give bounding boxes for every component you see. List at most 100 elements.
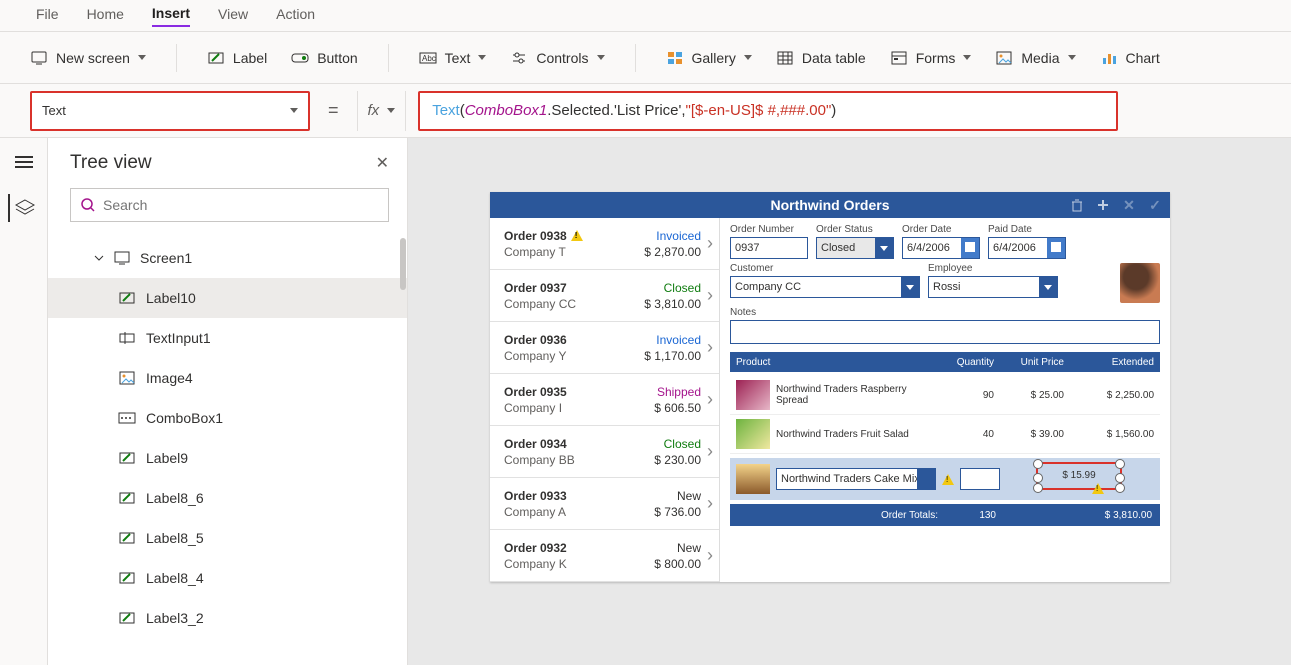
tree-row[interactable]: Label8_4 bbox=[48, 558, 407, 598]
chevron-down-icon bbox=[478, 55, 486, 60]
layers-icon[interactable] bbox=[8, 194, 40, 222]
order-item[interactable]: Order 0938Company T Invoiced$ 2,870.00 › bbox=[490, 218, 719, 270]
chevron-right-icon[interactable]: › bbox=[707, 441, 713, 462]
search-icon bbox=[81, 198, 95, 212]
forms-icon bbox=[890, 50, 908, 66]
gallery-icon bbox=[666, 50, 684, 66]
separator bbox=[388, 44, 389, 72]
grid-line[interactable]: Northwind Traders Fruit Salad40$ 39.00$ … bbox=[730, 415, 1160, 454]
app-header: Northwind Orders ✕ ✓ bbox=[490, 192, 1170, 218]
media-button[interactable]: Media bbox=[995, 50, 1075, 66]
search-input[interactable] bbox=[103, 197, 378, 213]
employee-avatar bbox=[1120, 263, 1160, 303]
controls-icon bbox=[510, 50, 528, 66]
menu-insert[interactable]: Insert bbox=[152, 5, 190, 27]
order-item[interactable]: Order 0934Company BB Closed$ 230.00 › bbox=[490, 426, 719, 478]
employee-select[interactable]: Rossi bbox=[928, 276, 1058, 298]
chevron-right-icon[interactable]: › bbox=[707, 389, 713, 410]
product-combo[interactable]: Northwind Traders Cake Mix bbox=[776, 468, 936, 490]
chart-button[interactable]: Chart bbox=[1100, 50, 1160, 66]
tree-row[interactable]: Image4 bbox=[48, 358, 407, 398]
canvas[interactable]: Northwind Orders ✕ ✓ Order 0938Company T… bbox=[408, 138, 1291, 665]
tree-row-screen[interactable]: Screen1 bbox=[48, 238, 407, 278]
check-icon[interactable]: ✓ bbox=[1146, 196, 1164, 214]
menu-home[interactable]: Home bbox=[87, 6, 124, 26]
order-date-field[interactable]: 6/4/2006 bbox=[902, 237, 980, 259]
gallery-button[interactable]: Gallery bbox=[666, 50, 752, 66]
menu-view[interactable]: View bbox=[218, 6, 248, 26]
app-title: Northwind Orders bbox=[770, 197, 889, 213]
order-item[interactable]: Order 0936Company Y Invoiced$ 1,170.00 › bbox=[490, 322, 719, 374]
chevron-down-icon bbox=[138, 55, 146, 60]
grid-header: Product Quantity Unit Price Extended bbox=[730, 352, 1160, 372]
chevron-right-icon[interactable]: › bbox=[707, 337, 713, 358]
media-icon bbox=[995, 50, 1013, 66]
property-selector[interactable]: Text bbox=[30, 91, 310, 131]
order-item[interactable]: Order 0932Company K New$ 800.00 › bbox=[490, 530, 719, 582]
tree-row[interactable]: Label9 bbox=[48, 438, 407, 478]
chevron-down-icon bbox=[744, 55, 752, 60]
product-thumb bbox=[736, 419, 770, 449]
svg-text:Abc: Abc bbox=[422, 54, 436, 63]
chevron-right-icon[interactable]: › bbox=[707, 493, 713, 514]
data-table-button[interactable]: Data table bbox=[776, 50, 866, 66]
trash-icon[interactable] bbox=[1068, 196, 1086, 214]
order-item[interactable]: Order 0933Company A New$ 736.00 › bbox=[490, 478, 719, 530]
chevron-right-icon[interactable]: › bbox=[707, 233, 713, 254]
app-preview: Northwind Orders ✕ ✓ Order 0938Company T… bbox=[490, 192, 1170, 582]
screen-icon bbox=[114, 251, 130, 265]
close-icon[interactable]: ✕ bbox=[376, 153, 389, 173]
tree-row[interactable]: Label8_5 bbox=[48, 518, 407, 558]
scrollbar-thumb[interactable] bbox=[400, 238, 406, 290]
equals-label: = bbox=[322, 100, 345, 121]
chevron-down-icon bbox=[290, 108, 298, 113]
tree-row[interactable]: TextInput1 bbox=[48, 318, 407, 358]
text-button[interactable]: Abc Text bbox=[419, 50, 487, 66]
close-icon[interactable]: ✕ bbox=[1120, 196, 1138, 214]
control-icon bbox=[118, 450, 136, 466]
paid-date-field[interactable]: 6/4/2006 bbox=[988, 237, 1066, 259]
tree-row[interactable]: Label8_6 bbox=[48, 478, 407, 518]
selected-label-handles[interactable]: $ 15.99 bbox=[1036, 462, 1122, 490]
chevron-right-icon[interactable]: › bbox=[707, 545, 713, 566]
fx-button[interactable]: fx bbox=[357, 91, 407, 131]
order-item[interactable]: Order 0935Company I Shipped$ 606.50 › bbox=[490, 374, 719, 426]
forms-button[interactable]: Forms bbox=[890, 50, 972, 66]
menubar: File Home Insert View Action bbox=[0, 0, 1291, 32]
chevron-down-icon bbox=[1068, 55, 1076, 60]
orders-list[interactable]: Order 0938Company T Invoiced$ 2,870.00 ›… bbox=[490, 218, 720, 582]
controls-button[interactable]: Controls bbox=[510, 50, 604, 66]
separator bbox=[635, 44, 636, 72]
order-status-select[interactable]: Closed bbox=[816, 237, 894, 259]
plus-icon[interactable] bbox=[1094, 196, 1112, 214]
order-number-field[interactable]: 0937 bbox=[730, 237, 808, 259]
control-icon bbox=[118, 330, 136, 346]
grid-edit-line[interactable]: Northwind Traders Cake Mix $ 15.99 bbox=[730, 458, 1160, 500]
control-icon bbox=[118, 530, 136, 546]
grid-line[interactable]: Northwind Traders Raspberry Spread90$ 25… bbox=[730, 376, 1160, 415]
tree-row[interactable]: Label10 bbox=[48, 278, 407, 318]
tree-title: Tree view bbox=[70, 152, 152, 174]
menu-file[interactable]: File bbox=[36, 6, 59, 26]
warning-icon bbox=[571, 230, 583, 241]
chevron-right-icon[interactable]: › bbox=[707, 285, 713, 306]
customer-select[interactable]: Company CC bbox=[730, 276, 920, 298]
notes-field[interactable] bbox=[730, 320, 1160, 344]
label-icon bbox=[207, 50, 225, 66]
control-icon bbox=[118, 490, 136, 506]
grid-totals: Order Totals: 130 $ 3,810.00 bbox=[730, 504, 1160, 526]
tree-row[interactable]: Label3_2 bbox=[48, 598, 407, 638]
tree-header: Tree view ✕ bbox=[48, 138, 407, 184]
label-button[interactable]: Label bbox=[207, 50, 267, 66]
button-button[interactable]: Button bbox=[291, 50, 357, 66]
tree-search[interactable] bbox=[70, 188, 389, 222]
formula-bar[interactable]: Text ( ComboBox1 .Selected.'List Price',… bbox=[418, 91, 1118, 131]
text-icon: Abc bbox=[419, 50, 437, 66]
new-screen-button[interactable]: New screen bbox=[30, 50, 146, 66]
warning-icon bbox=[942, 474, 954, 485]
qty-input[interactable] bbox=[960, 468, 1000, 490]
hamburger-icon[interactable] bbox=[8, 148, 40, 176]
tree-row[interactable]: ComboBox1 bbox=[48, 398, 407, 438]
menu-action[interactable]: Action bbox=[276, 6, 315, 26]
order-item[interactable]: Order 0937Company CC Closed$ 3,810.00 › bbox=[490, 270, 719, 322]
